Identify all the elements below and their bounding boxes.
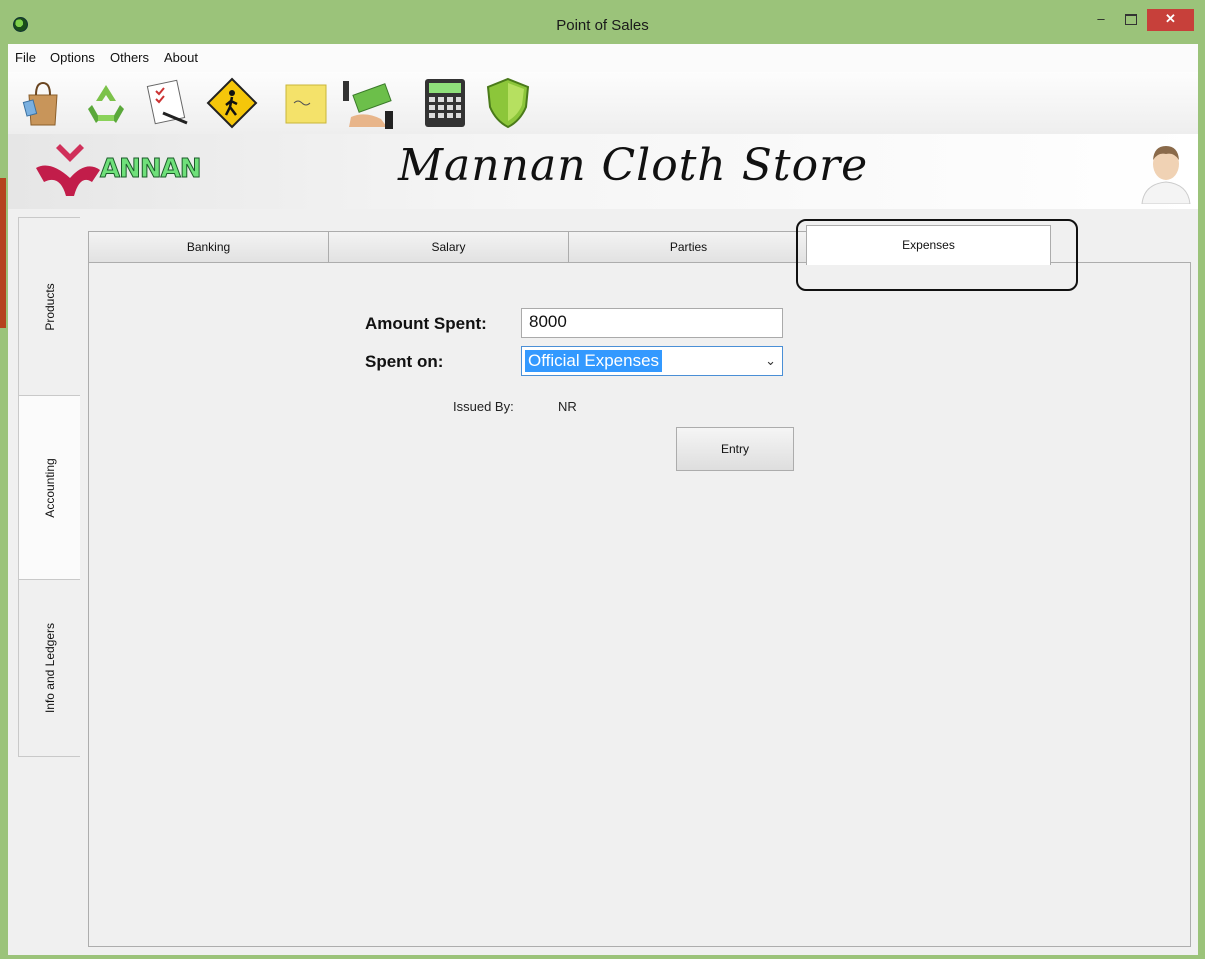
close-button[interactable]: ✕ — [1147, 9, 1194, 31]
maximize-icon — [1125, 14, 1137, 26]
side-tab-label: Products — [43, 283, 57, 331]
menu-bar: File Options Others About — [8, 44, 1198, 72]
menu-file[interactable]: File — [15, 50, 36, 65]
side-tab-label: Accounting — [43, 458, 57, 518]
recycle-icon[interactable] — [78, 75, 134, 131]
user-avatar[interactable] — [1136, 138, 1196, 205]
menu-about[interactable]: About — [164, 50, 198, 65]
store-name: Mannan Cloth Store — [398, 140, 869, 191]
amount-spent-input[interactable]: 8000 — [521, 308, 783, 338]
client-area: File Options Others About ANNAN Mannan C… — [8, 44, 1198, 955]
menu-options[interactable]: Options — [50, 50, 95, 65]
side-tab-label: Info and Ledgers — [43, 622, 57, 714]
side-tab-strip: Products Accounting Info and Ledgers — [8, 217, 81, 955]
logo-text: ANNAN — [100, 154, 203, 185]
checklist-icon[interactable] — [141, 75, 197, 131]
tab-salary[interactable]: Salary — [328, 231, 569, 263]
app-window: Point of Sales – ✕ File Options Others A… — [0, 0, 1205, 959]
spent-on-select[interactable]: Official Expenses ⌄ — [521, 346, 783, 376]
chevron-down-icon[interactable]: ⌄ — [765, 353, 776, 369]
amount-spent-label: Amount Spent: — [365, 314, 487, 333]
spent-on-selected-value: Official Expenses — [525, 350, 663, 372]
entry-button[interactable]: Entry — [676, 427, 794, 471]
window-title: Point of Sales — [556, 17, 649, 34]
spent-on-label: Spent on: — [365, 352, 444, 371]
tab-highlight-annotation — [796, 219, 1078, 291]
accounting-panel: Banking Salary Parties Expenses Amount S… — [80, 217, 1198, 955]
expenses-tab-page: Amount Spent: 8000 Spent on: Official Ex… — [88, 262, 1191, 947]
tab-banking[interactable]: Banking — [88, 231, 329, 263]
store-banner: ANNAN Mannan Cloth Store — [8, 134, 1198, 209]
shield-icon[interactable] — [480, 75, 536, 131]
sticky-note-icon[interactable] — [278, 75, 334, 131]
tab-parties[interactable]: Parties — [568, 231, 809, 263]
toolbar — [8, 72, 1198, 134]
side-tab-accounting[interactable]: Accounting — [18, 395, 81, 581]
shopping-bag-icon[interactable] — [15, 75, 71, 131]
issued-by-value: NR — [558, 399, 577, 414]
issued-by-label: Issued By: — [453, 399, 514, 414]
background-window-edge — [0, 178, 6, 328]
side-tab-products[interactable]: Products — [18, 217, 81, 397]
menu-others[interactable]: Others — [110, 50, 149, 65]
calculator-icon[interactable] — [417, 75, 473, 131]
title-bar[interactable]: Point of Sales – ✕ — [0, 0, 1205, 44]
side-tab-info-and-ledgers[interactable]: Info and Ledgers — [18, 579, 81, 757]
minimize-button[interactable]: – — [1087, 9, 1115, 31]
accounting-tab-strip: Banking Salary Parties Expenses — [88, 219, 1098, 291]
pedestrian-sign-icon[interactable] — [204, 75, 260, 131]
cash-payment-icon[interactable] — [341, 75, 397, 131]
maximize-button[interactable] — [1117, 9, 1145, 31]
